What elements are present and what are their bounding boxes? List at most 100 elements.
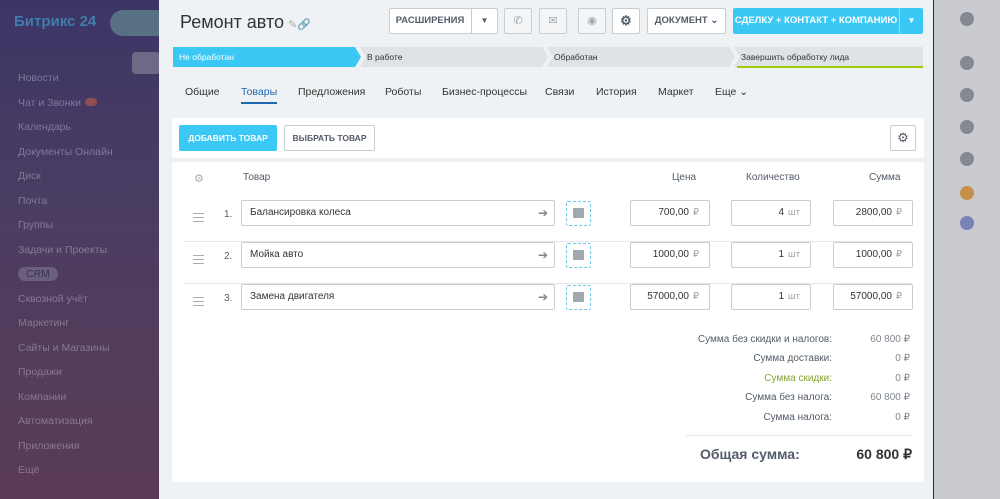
tab-robots[interactable]: Роботы (385, 86, 421, 98)
table-row: 1. Балансировка колеса ➔ 700,00 ₽ 4 шт 2800… (172, 200, 924, 242)
add-product-button[interactable]: ДОБАВИТЬ ТОВАР (179, 125, 277, 151)
total-row-subtotal: Сумма без скидки и налогов: 60 800 ₽ (697, 334, 910, 345)
stage-finish[interactable]: Завершить обработку лида (735, 47, 849, 67)
drag-handle-icon[interactable] (193, 255, 204, 264)
background-left-menu: Битрикс 24 Новости Чат и Звонки Календар… (0, 0, 160, 499)
table-settings-gear-icon[interactable]: ⚙ (194, 172, 204, 185)
image-placeholder-icon[interactable] (566, 243, 591, 268)
image-placeholder-icon[interactable] (566, 201, 591, 226)
bg-menu-item: Чат и Звонки (18, 95, 113, 120)
bg-icon (960, 152, 974, 166)
table-row: 2. Мойка авто ➔ 1000,00 ₽ 1 шт 1000,00 ₽ (172, 242, 924, 284)
tab-offers[interactable]: Предложения (298, 86, 365, 98)
bg-menu-item: CRM (18, 266, 113, 291)
grand-total-value: 60 800 ₽ (856, 446, 912, 462)
product-name-input[interactable]: Мойка авто ➔ (241, 242, 555, 268)
grand-total: Общая сумма: 60 800 ₽ (686, 435, 912, 462)
bg-menu-item: Сайты и Магазины (18, 341, 110, 354)
gear-icon[interactable]: ⚙ (612, 8, 640, 34)
product-name-input[interactable]: Замена двигателя ➔ (241, 284, 555, 310)
quantity-input[interactable]: 1 шт (731, 242, 811, 268)
sum-input[interactable]: 2800,00 ₽ (833, 200, 913, 226)
bg-menu-item: Маркетинг (18, 317, 70, 329)
bg-menu-item: Сквозной учёт (18, 292, 88, 305)
table-row: 3. Замена двигателя ➔ 57000,00 ₽ 1 шт 57000… (172, 284, 924, 326)
arrow-right-icon[interactable]: ➔ (538, 285, 548, 309)
price-input[interactable]: 1000,00 ₽ (630, 242, 710, 268)
create-deal-button[interactable]: СДЕЛКУ + КОНТАКТ + КОМПАНИЮ ▼ (733, 8, 923, 34)
tab-bizproc[interactable]: Бизнес-процессы (442, 86, 527, 98)
stage-new[interactable]: Не обработан (173, 47, 234, 67)
row-number: 3. (224, 293, 233, 304)
total-row-no-tax: Сумма без налога: 60 800 ₽ (745, 392, 910, 403)
bitrix-logo: Битрикс 24 (14, 13, 97, 30)
bg-menu-item: Приложения (18, 439, 80, 452)
mail-icon[interactable]: ✉ (539, 8, 567, 34)
bg-icon (960, 56, 974, 70)
tab-market[interactable]: Маркет (658, 86, 694, 98)
drag-handle-icon[interactable] (193, 213, 204, 222)
grand-total-label: Общая сумма: (700, 446, 800, 462)
total-row-tax: Сумма налога: 0 ₽ (763, 412, 910, 423)
bg-menu-item: Ещё (18, 464, 40, 476)
price-input[interactable]: 57000,00 ₽ (630, 284, 710, 310)
bg-avatar (960, 186, 974, 200)
quantity-input[interactable]: 1 шт (731, 284, 811, 310)
bg-menu-item: Диск (18, 170, 41, 182)
bg-menu-item: Календарь (18, 121, 71, 133)
arrow-right-icon[interactable]: ➔ (538, 201, 548, 225)
chevron-down-icon[interactable]: ▼ (471, 9, 497, 33)
gear-icon[interactable]: ⚙ (890, 125, 916, 151)
phone-icon[interactable]: ✆ (504, 8, 532, 34)
bg-avatar (960, 216, 974, 230)
bg-menu-item: Задачи и Проекты (18, 243, 108, 256)
document-button[interactable]: ДОКУМЕНТ ⌄ (647, 8, 726, 34)
bg-menu-item: Новости (18, 72, 59, 84)
panel-header: Ремонт авто ✎🔗 РАСШИРЕНИЯ ▼ ✆ ✉ ◉ ⚙ ДОКУМ… (159, 0, 933, 46)
bg-icon (960, 120, 974, 134)
image-placeholder-icon[interactable] (566, 285, 591, 310)
bg-menu-item: Почта (18, 194, 48, 207)
bg-search-pill (110, 10, 160, 36)
sum-input[interactable]: 1000,00 ₽ (833, 242, 913, 268)
select-product-button[interactable]: ВЫБРАТЬ ТОВАР (284, 125, 375, 151)
pencil-icon[interactable]: ✎🔗 (288, 19, 311, 31)
arrow-right-icon[interactable]: ➔ (538, 243, 548, 267)
extensions-button[interactable]: РАСШИРЕНИЯ ▼ (389, 8, 498, 34)
bg-icon (960, 12, 974, 26)
header-sum: Сумма (869, 172, 901, 183)
tab-history[interactable]: История (596, 86, 637, 98)
chevron-down-icon: ⌄ (710, 15, 719, 26)
tab-products[interactable]: Товары (241, 86, 278, 104)
header-product: Товар (243, 172, 271, 183)
stage-processed[interactable]: Обработан (548, 47, 598, 67)
background-right-bar (934, 0, 1000, 499)
bg-menu-item: Документы Онлайн (18, 145, 113, 158)
page-title: Ремонт авто ✎🔗 (180, 12, 311, 32)
skype-icon[interactable]: ◉ (578, 8, 606, 34)
sum-input[interactable]: 57000,00 ₽ (833, 284, 913, 310)
row-number: 1. (224, 209, 233, 220)
stage-progress-bar: Не обработан В работе Обработан Завершит… (173, 47, 923, 69)
product-name-input[interactable]: Балансировка колеса ➔ (241, 200, 555, 226)
quantity-input[interactable]: 4 шт (731, 200, 811, 226)
bg-icon (960, 88, 974, 102)
bg-menu-item: Компании (18, 390, 67, 403)
lead-slider-panel: Ремонт авто ✎🔗 РАСШИРЕНИЯ ▼ ✆ ✉ ◉ ⚙ ДОКУМ… (159, 0, 933, 499)
tab-more[interactable]: Еще ⌄ (715, 86, 748, 98)
row-number: 2. (224, 251, 233, 262)
stage-in-progress[interactable]: В работе (361, 47, 402, 67)
bg-menu-item: Автоматизация (18, 415, 93, 427)
chevron-down-icon: ⌄ (739, 86, 749, 98)
tab-general[interactable]: Общие (185, 86, 220, 98)
header-qty: Количество (746, 172, 800, 183)
total-row-discount: Сумма скидки: 0 ₽ (764, 373, 910, 384)
chevron-down-icon[interactable]: ▼ (899, 8, 923, 34)
drag-handle-icon[interactable] (193, 297, 204, 306)
tab-links[interactable]: Связи (545, 86, 574, 98)
header-price: Цена (672, 172, 697, 183)
price-input[interactable]: 700,00 ₽ (630, 200, 710, 226)
bg-mini-button (132, 52, 160, 74)
total-row-delivery: Сумма доставки: 0 ₽ (753, 353, 910, 364)
products-toolbar: ДОБАВИТЬ ТОВАР ВЫБРАТЬ ТОВАР ⚙ (172, 118, 924, 158)
